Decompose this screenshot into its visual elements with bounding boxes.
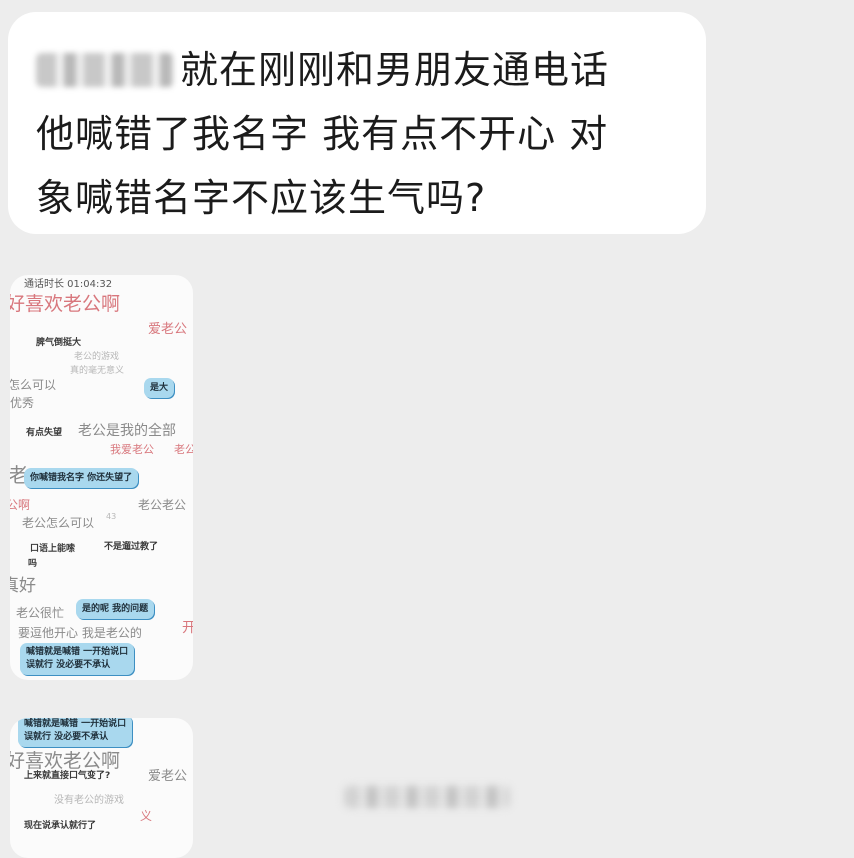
bg-text: 要逗他开心 我是老公的 [18, 626, 142, 640]
image-thumbnail-1[interactable]: 通话时长 01:04:32 好喜欢老公啊 爱老公 脾气倒挺大 老公的游戏 真的毫… [10, 275, 193, 680]
bg-text: 没有老公的游戏 [54, 795, 124, 806]
bg-text: 真好 [10, 576, 36, 596]
bg-text: 老公 [174, 443, 193, 456]
chat-text: 吗 [28, 559, 38, 569]
message-line-2: 他喊错了我名字 我有点不开心 对 [36, 112, 609, 156]
redacted-watermark [344, 786, 510, 808]
bg-text: 好喜欢老公啊 [10, 750, 121, 772]
bg-text: 爱老公 [148, 322, 188, 337]
bg-text: 怎么可以 [10, 378, 57, 392]
bg-text: 公啊 [10, 498, 31, 512]
bg-text: 老公怎么可以 [22, 516, 95, 530]
chat-text: 不是遛过教了 [104, 542, 159, 552]
chat-bubble-line: 误就行 没必要不承认 [26, 660, 111, 670]
image-thumbnail-2[interactable]: 喊错就是喊错 一开始说口 误就行 没必要不承认 好喜欢老公啊 爱老公 上来就直接… [10, 718, 193, 858]
chat-bubble: 你喊错我名字 你还失望了 [24, 468, 139, 488]
bg-text: 爱老公 [148, 769, 188, 784]
message-bubble[interactable]: 就在刚刚和男朋友通电话他喊错了我名字 我有点不开心 对象喊错名字不应该生气吗? [8, 12, 706, 234]
chat-text: 现在说承认就行了 [24, 821, 97, 831]
chat-bubble-multiline: 喊错就是喊错 一开始说口 误就行 没必要不承认 [18, 718, 133, 747]
bg-text: 开 [182, 620, 193, 636]
bg-text: 43 [106, 512, 117, 521]
bg-text: 义 [140, 809, 153, 823]
message-line-3: 象喊错名字不应该生气吗? [36, 176, 487, 220]
bg-text: 老公的游戏 [74, 352, 120, 362]
chat-text: 上来就直接口气变了? [24, 771, 111, 781]
chat-text: 口语上能嗦 [30, 544, 76, 554]
chat-text: 有点失望 [26, 428, 63, 438]
bg-text: 我爱老公 [110, 443, 154, 456]
message-text: 就在刚刚和男朋友通电话他喊错了我名字 我有点不开心 对象喊错名字不应该生气吗? [36, 38, 682, 230]
chat-bubble: 是的呢 我的问题 [76, 599, 155, 619]
bg-text: 优秀 [10, 396, 35, 410]
message-line-1: 就在刚刚和男朋友通电话 [180, 48, 610, 92]
bg-text: 老公很忙 [16, 606, 65, 620]
bg-text: 老公是我的全部 [78, 423, 176, 439]
chat-bubble-line: 误就行 没必要不承认 [24, 732, 109, 742]
call-duration-text: 通话时长 01:04:32 [24, 279, 113, 290]
bg-text: 真的毫无意义 [70, 366, 125, 376]
chat-bubble-line: 喊错就是喊错 一开始说口 [24, 719, 127, 729]
chat-bubble-line: 喊错就是喊错 一开始说口 [26, 647, 129, 657]
chat-bubble: 是大 [144, 378, 175, 398]
bg-text: 好喜欢老公啊 [10, 293, 121, 315]
chat-bubble-multiline: 喊错就是喊错 一开始说口 误就行 没必要不承认 [20, 643, 135, 675]
chat-text: 脾气倒挺大 [36, 338, 82, 348]
bg-text: 老公老公 [138, 498, 187, 512]
redacted-username [36, 53, 174, 87]
